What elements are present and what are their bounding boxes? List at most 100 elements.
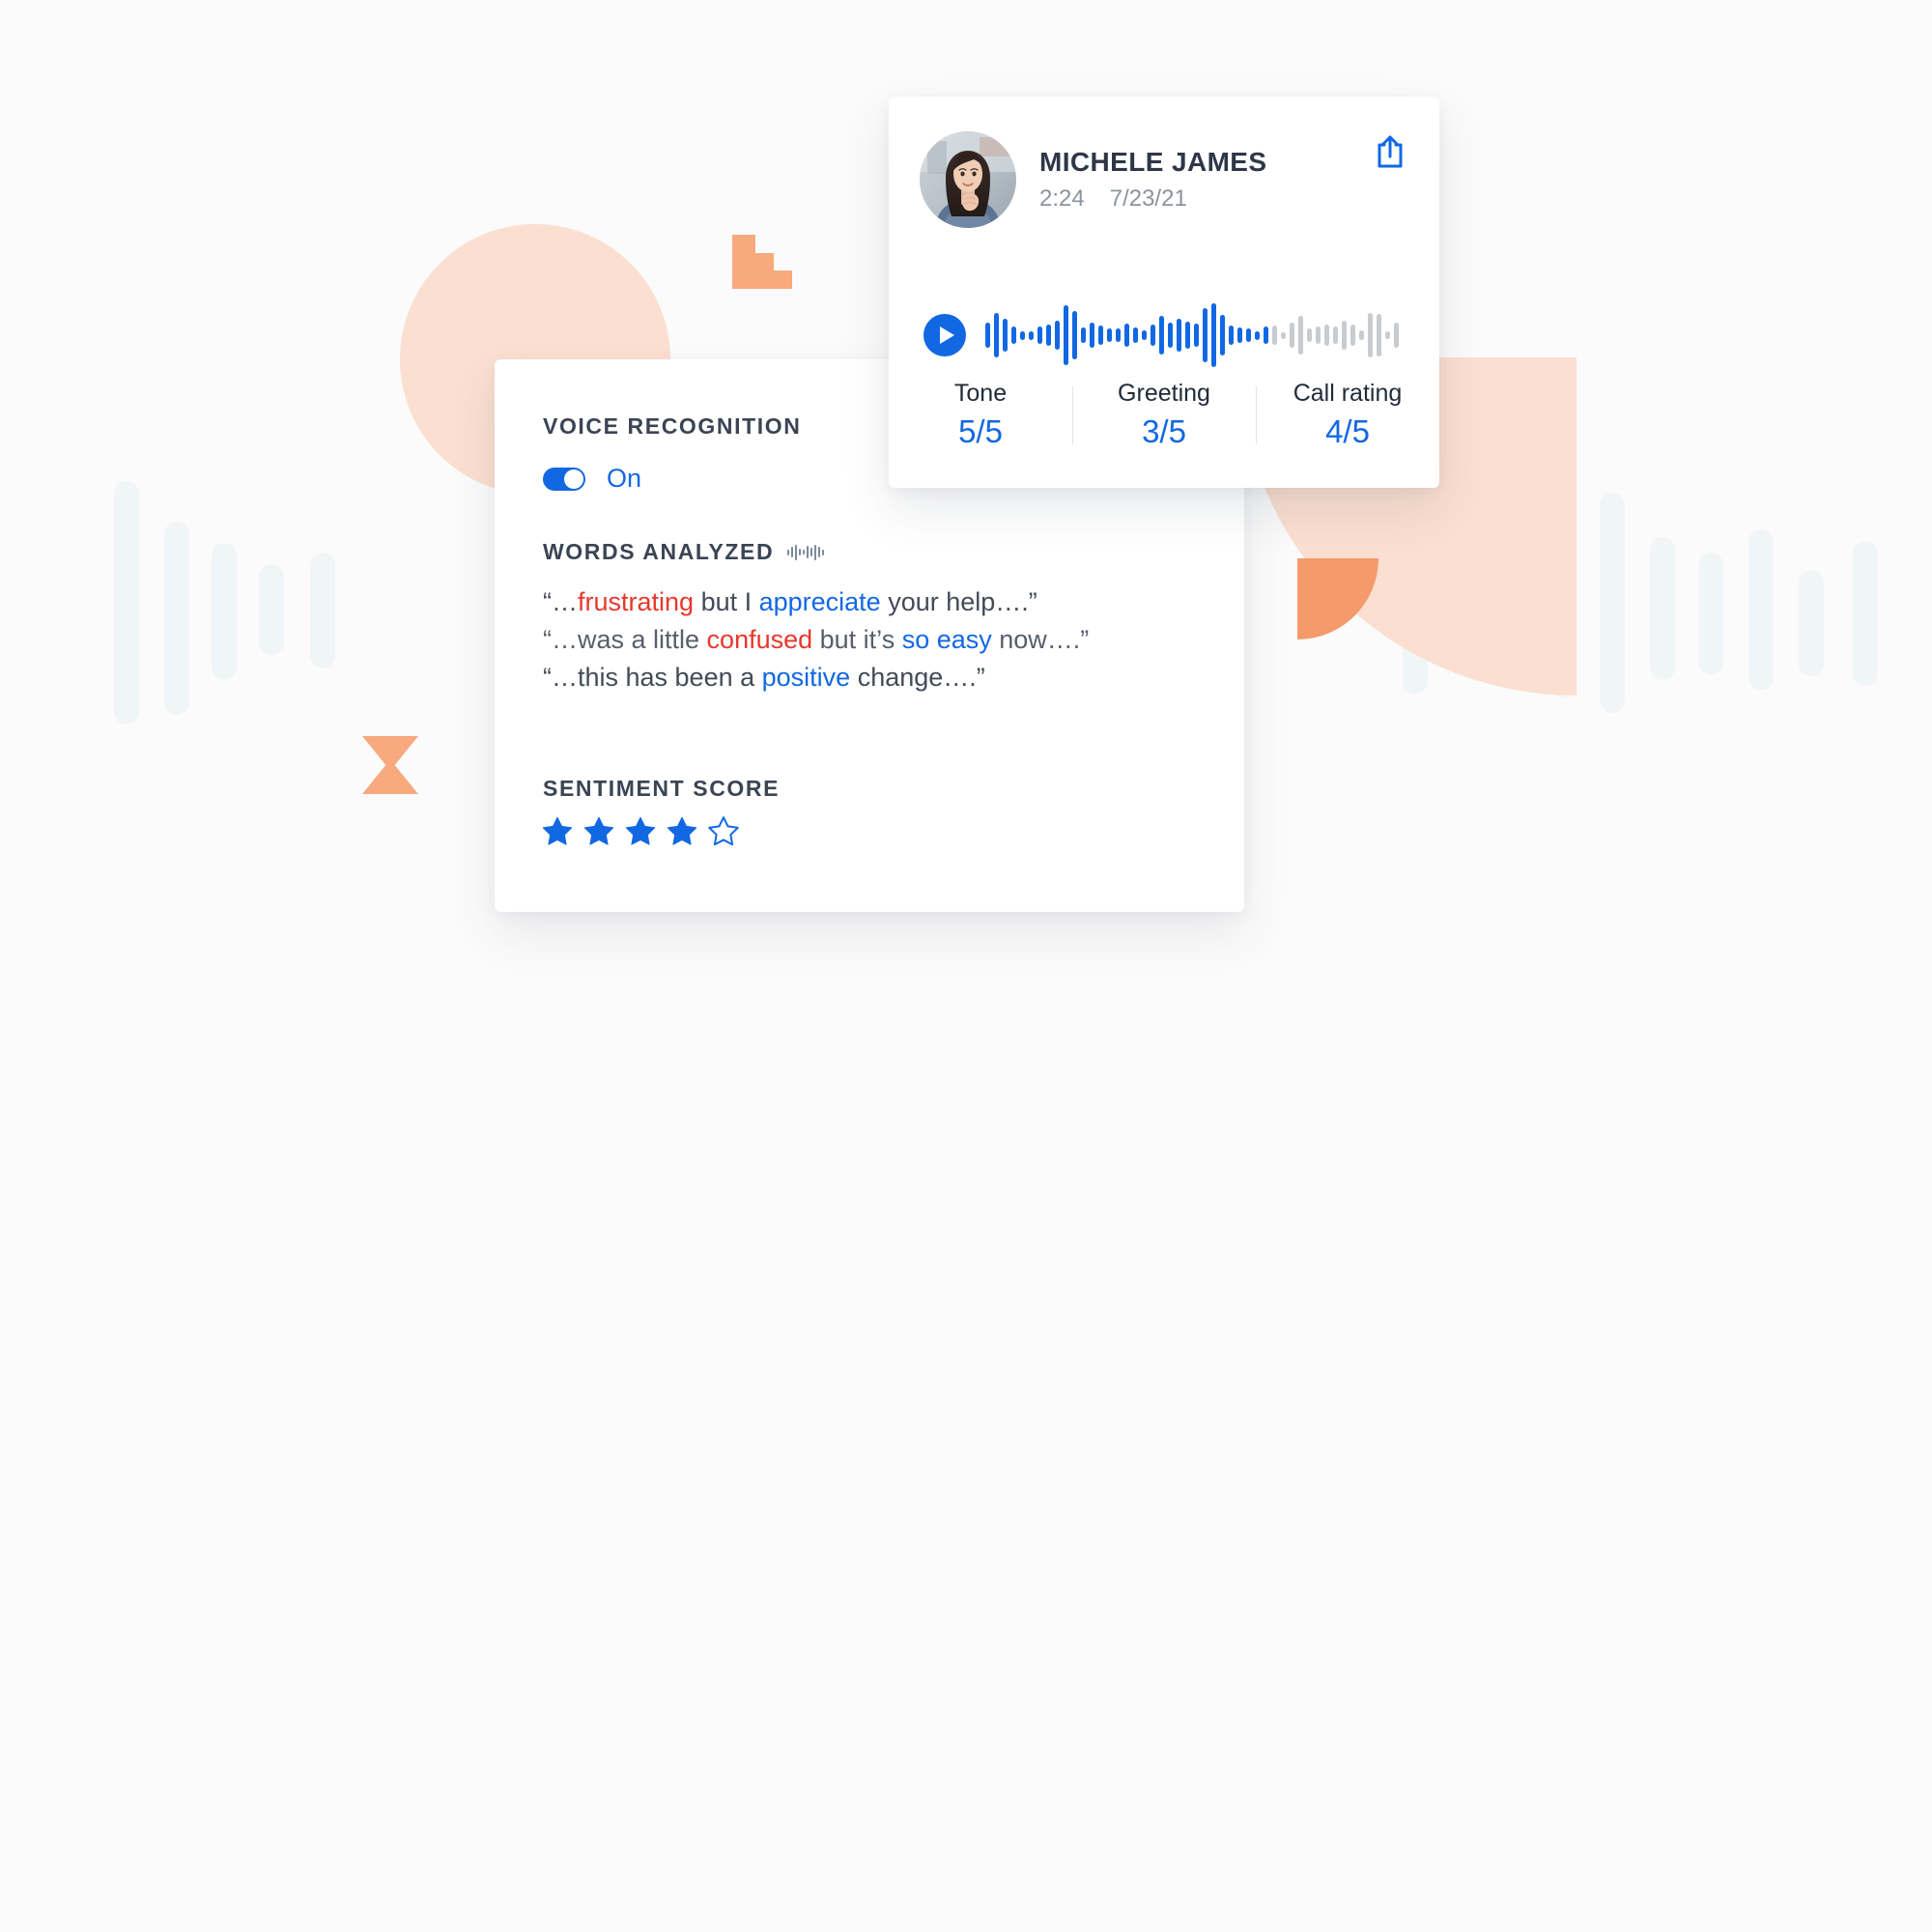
waveform-icon-bar xyxy=(814,544,817,560)
waveform-bar xyxy=(1377,314,1381,356)
background-bar xyxy=(164,522,189,715)
orange-hourglass-shape xyxy=(362,736,418,794)
voice-recognition-toggle[interactable] xyxy=(543,467,585,491)
waveform-icon xyxy=(787,544,825,561)
quote-text: “…was a little xyxy=(543,624,707,654)
waveform-bar xyxy=(1211,303,1216,367)
background-bar xyxy=(310,553,335,668)
star-filled-icon[interactable] xyxy=(582,815,615,847)
analyzed-quote: “…was a little confused but it’s so easy… xyxy=(543,621,1089,659)
background-bar xyxy=(212,543,237,680)
metric-label: Tone xyxy=(953,380,1008,407)
background-bar xyxy=(259,564,284,655)
analyzed-quote: “…this has been a positive change….” xyxy=(543,659,1089,696)
waveform-icon-bar xyxy=(791,547,794,557)
waveform-bar xyxy=(1055,321,1060,350)
metric-item: Tone 5/5 xyxy=(889,379,1072,452)
negative-keyword: confused xyxy=(706,624,813,654)
metric-label: Greeting xyxy=(1118,380,1210,407)
audio-waveform[interactable] xyxy=(985,301,1399,369)
waveform-bar xyxy=(1394,323,1399,348)
metric-item: Call rating 4/5 xyxy=(1256,379,1439,452)
waveform-bar xyxy=(1203,308,1208,362)
waveform-bar xyxy=(1116,328,1121,342)
share-icon[interactable] xyxy=(1374,133,1406,170)
star-filled-icon[interactable] xyxy=(541,815,574,847)
voice-recognition-toggle-row: On xyxy=(543,466,641,492)
waveform-bar xyxy=(1003,319,1008,352)
toggle-state-label: On xyxy=(607,464,642,493)
waveform-bar xyxy=(1316,327,1321,344)
quote-text: change….” xyxy=(850,662,985,692)
waveform-icon-bar xyxy=(818,547,821,557)
orange-leaf-shape xyxy=(1297,558,1378,639)
waveform-bar xyxy=(1037,327,1042,344)
waveform-bar xyxy=(1264,327,1268,344)
waveform-icon-bar xyxy=(810,548,813,556)
quote-text: but I xyxy=(694,587,759,616)
waveform-bar xyxy=(1324,325,1329,346)
waveform-bar xyxy=(1081,327,1086,343)
waveform-icon-bar xyxy=(799,549,802,555)
call-duration: 2:24 xyxy=(1039,185,1085,212)
waveform-icon-bar xyxy=(822,549,825,555)
words-analyzed-title: WORDS ANALYZED xyxy=(543,539,825,564)
positive-keyword: appreciate xyxy=(758,587,881,616)
waveform-bar xyxy=(1255,330,1260,340)
positive-keyword: so easy xyxy=(901,624,992,654)
waveform-bar xyxy=(1290,323,1294,348)
waveform-bar xyxy=(1029,330,1034,340)
quote-text: now….” xyxy=(991,624,1090,654)
waveform-bar xyxy=(1220,315,1225,355)
call-summary-card: MICHELE JAMES 2:24 7/23/21 Tone 5/5 Greeti… xyxy=(889,97,1439,488)
negative-keyword: frustrating xyxy=(578,587,695,616)
waveform-bar xyxy=(1229,326,1234,345)
waveform-icon-bar xyxy=(807,546,810,558)
waveform-bar xyxy=(1168,323,1173,348)
analyzed-quote: “…frustrating but I appreciate your help… xyxy=(543,583,1089,621)
star-empty-icon[interactable] xyxy=(707,815,740,847)
star-filled-icon[interactable] xyxy=(666,815,698,847)
waveform-bar xyxy=(1124,324,1129,347)
sentiment-star-rating[interactable] xyxy=(541,815,740,847)
metric-item: Greeting 3/5 xyxy=(1072,379,1256,452)
waveform-bar xyxy=(1020,330,1025,340)
waveform-bar xyxy=(1307,328,1312,342)
background-bar xyxy=(114,481,139,724)
waveform-bar xyxy=(1359,330,1364,340)
waveform-icon-bar xyxy=(795,544,798,560)
waveform-bar xyxy=(1151,325,1155,346)
quote-text: your help….” xyxy=(880,587,1037,616)
call-meta-row: 2:24 7/23/21 xyxy=(1039,187,1266,211)
waveform-bar xyxy=(1011,327,1016,344)
avatar xyxy=(920,131,1016,228)
metric-value: 5/5 xyxy=(958,413,1003,450)
background-bar xyxy=(1698,553,1723,674)
waveform-bar xyxy=(1237,327,1242,343)
waveform-bar xyxy=(1368,313,1373,357)
star-filled-icon[interactable] xyxy=(624,815,657,847)
play-icon[interactable] xyxy=(923,314,966,356)
sentiment-score-title: SENTIMENT SCORE xyxy=(543,776,781,801)
metric-value: 4/5 xyxy=(1325,413,1370,450)
call-metrics-row: Tone 5/5 Greeting 3/5 Call rating 4/5 xyxy=(889,379,1439,452)
background-bar xyxy=(1853,541,1878,686)
quote-text: “…this has been a xyxy=(543,662,762,692)
background-bar xyxy=(1799,570,1824,676)
call-card-header: MICHELE JAMES 2:24 7/23/21 xyxy=(920,131,1266,228)
words-analyzed-label: WORDS ANALYZED xyxy=(543,539,775,564)
waveform-bar xyxy=(1272,326,1277,345)
waveform-bar xyxy=(1064,305,1068,365)
waveform-bar xyxy=(1281,331,1286,339)
waveform-bar xyxy=(985,323,990,348)
waveform-bar xyxy=(1177,319,1181,352)
waveform-bar xyxy=(1107,328,1112,342)
waveform-bar xyxy=(1133,327,1138,343)
call-date: 7/23/21 xyxy=(1109,185,1187,212)
quote-text: “… xyxy=(543,587,578,616)
metric-value: 3/5 xyxy=(1142,413,1186,450)
waveform-bar xyxy=(1185,322,1190,349)
waveform-bar xyxy=(1142,330,1147,340)
analyzed-quotes-list: “…frustrating but I appreciate your help… xyxy=(543,583,1089,696)
waveform-bar xyxy=(994,313,999,357)
